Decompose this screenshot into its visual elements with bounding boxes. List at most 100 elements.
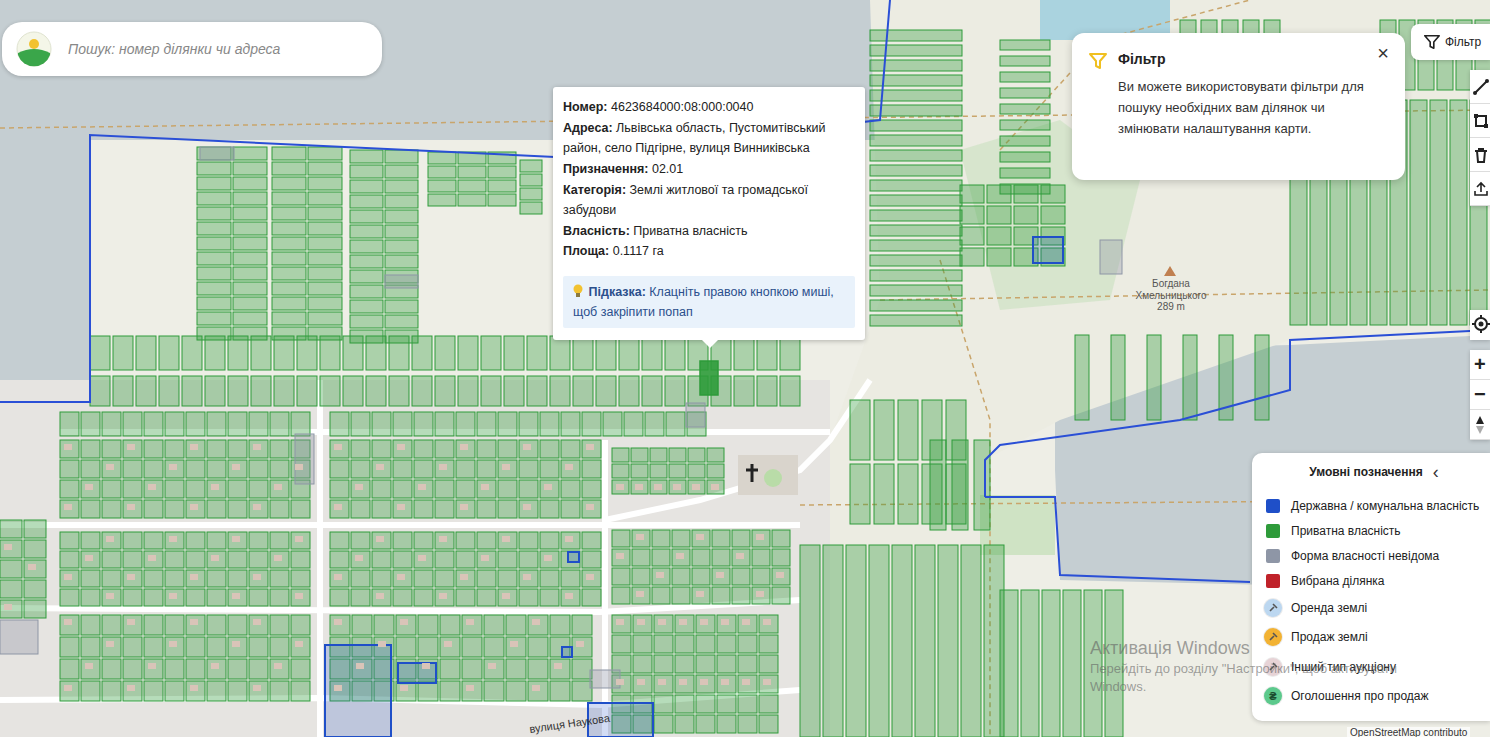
parcel[interactable] (717, 675, 736, 693)
parcel[interactable] (717, 615, 736, 633)
parcel[interactable] (772, 549, 790, 566)
parcel[interactable] (504, 336, 524, 370)
parcel[interactable] (0, 620, 38, 654)
parcel[interactable] (519, 551, 538, 568)
parcel[interactable] (550, 681, 570, 701)
parcel[interactable] (123, 589, 142, 606)
parcel[interactable] (144, 615, 163, 635)
parcel[interactable] (870, 270, 962, 281)
parcel[interactable] (582, 440, 601, 458)
parcel[interactable] (330, 551, 349, 568)
parcel[interactable] (898, 464, 918, 524)
parcel[interactable] (123, 532, 142, 549)
parcel[interactable] (270, 615, 289, 635)
parcel[interactable] (144, 637, 163, 657)
parcel[interactable] (696, 615, 715, 633)
parcel[interactable] (428, 152, 456, 164)
parcel[interactable] (197, 267, 231, 280)
parcel[interactable] (488, 180, 516, 192)
parcel[interactable] (350, 315, 383, 328)
parcel[interactable] (435, 570, 454, 587)
parcel[interactable] (197, 297, 231, 310)
parcel[interactable] (734, 376, 754, 406)
parcel[interactable] (462, 615, 482, 635)
parcel[interactable] (197, 177, 231, 190)
parcel[interactable] (987, 227, 1011, 245)
parcel[interactable] (385, 315, 418, 328)
parcel[interactable] (102, 480, 121, 498)
parcel[interactable] (233, 237, 267, 250)
parcel[interactable] (498, 480, 517, 498)
parcel[interactable] (414, 500, 433, 518)
parcel[interactable] (207, 480, 226, 498)
parcel[interactable] (1000, 152, 1050, 162)
parcel[interactable] (582, 460, 601, 478)
parcel[interactable] (123, 659, 142, 679)
parcel[interactable] (987, 248, 1011, 266)
parcel[interactable] (272, 162, 306, 175)
parcel[interactable] (1000, 590, 1018, 737)
parcel[interactable] (123, 440, 142, 458)
parcel[interactable] (458, 166, 486, 178)
parcel[interactable] (393, 480, 412, 498)
parcel[interactable] (396, 637, 416, 657)
parcel[interactable] (60, 440, 79, 458)
parcel[interactable] (1033, 237, 1063, 263)
parcel[interactable] (330, 615, 350, 635)
logo-icon[interactable] (16, 31, 52, 67)
parcel[interactable] (385, 150, 418, 163)
parcel[interactable] (612, 635, 631, 653)
parcel[interactable] (102, 500, 121, 518)
parcel[interactable] (182, 376, 202, 406)
parcel[interactable] (456, 551, 475, 568)
parcel[interactable] (249, 681, 268, 701)
parcel[interactable] (414, 589, 433, 606)
parcel[interactable] (228, 589, 247, 606)
parcel[interactable] (414, 480, 433, 498)
parcel[interactable] (540, 480, 559, 498)
parcel[interactable] (717, 655, 736, 673)
parcel[interactable] (60, 551, 79, 568)
parcel[interactable] (372, 570, 391, 587)
parcel[interactable] (561, 551, 580, 568)
parcel[interactable] (759, 695, 778, 713)
parcel[interactable] (540, 589, 559, 606)
parcel[interactable] (197, 282, 231, 295)
parcel[interactable] (123, 551, 142, 568)
parcel[interactable] (200, 147, 234, 160)
parcel[interactable] (102, 681, 121, 701)
compass-button[interactable] (1470, 410, 1490, 440)
parcel[interactable] (233, 162, 267, 175)
parcel[interactable] (1000, 56, 1050, 66)
parcel[interactable] (414, 440, 433, 458)
parcel[interactable] (186, 615, 205, 635)
parcel[interactable] (498, 589, 517, 606)
parcel[interactable] (572, 637, 592, 657)
parcel[interactable] (675, 695, 694, 713)
parcel[interactable] (772, 530, 790, 547)
parcel[interactable] (291, 412, 310, 436)
parcel[interactable] (435, 532, 454, 549)
parcel[interactable] (519, 570, 538, 587)
parcel[interactable] (249, 570, 268, 587)
parcel[interactable] (207, 570, 226, 587)
parcel[interactable] (665, 376, 685, 406)
parcel[interactable] (528, 659, 548, 679)
parcel[interactable] (165, 551, 184, 568)
parcel[interactable] (102, 589, 121, 606)
parcel[interactable] (60, 589, 79, 606)
parcel[interactable] (573, 336, 593, 370)
zoom-in-button[interactable]: + (1470, 350, 1490, 380)
parcel[interactable] (330, 532, 349, 549)
parcel[interactable] (330, 570, 349, 587)
parcel[interactable] (654, 635, 673, 653)
parcel[interactable] (435, 376, 455, 406)
parcel[interactable] (351, 532, 370, 549)
parcel[interactable] (274, 336, 294, 370)
parcel[interactable] (60, 412, 79, 436)
parcel[interactable] (207, 589, 226, 606)
parcel[interactable] (228, 460, 247, 478)
parcel[interactable] (850, 464, 870, 524)
parcel[interactable] (519, 440, 538, 458)
parcel[interactable] (477, 551, 496, 568)
